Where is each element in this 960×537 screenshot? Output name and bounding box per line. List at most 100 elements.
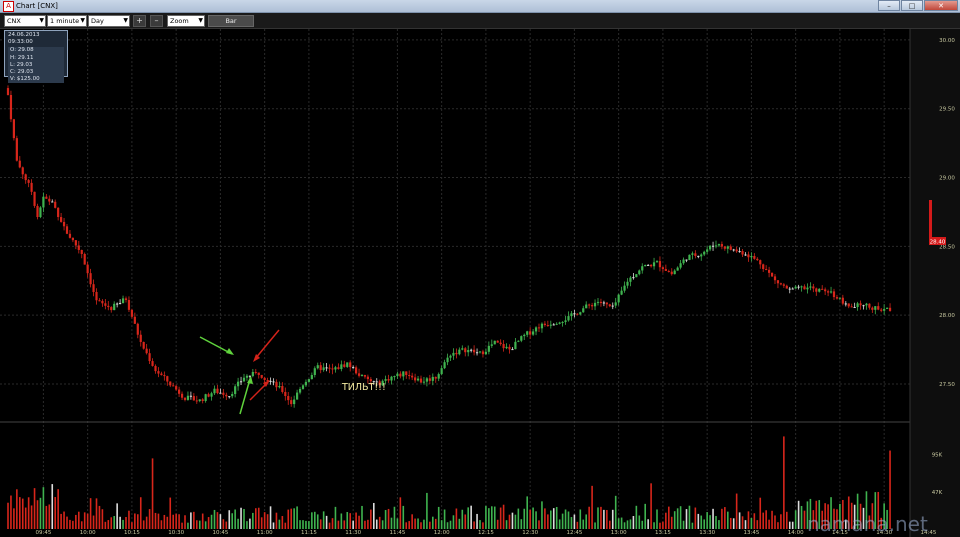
candle-body (390, 376, 393, 381)
candle-body (189, 395, 192, 397)
candle-body (623, 285, 626, 291)
volume-bar (373, 502, 375, 529)
close-button[interactable]: ✕ (924, 0, 958, 11)
volume-bar (190, 512, 192, 529)
volume-bar (305, 520, 307, 529)
candle-body (446, 357, 449, 363)
volume-bar (665, 512, 667, 529)
volume-bar (511, 512, 514, 529)
window-controls: – □ ✕ (878, 0, 958, 11)
time-tick-label: 14:00 (788, 530, 804, 536)
candle-body (652, 262, 656, 267)
time-tick-label: 10:00 (80, 530, 96, 536)
volume-bar (148, 509, 151, 529)
candle-body (195, 400, 198, 402)
candle-body (119, 303, 122, 305)
volume-bar (620, 517, 623, 529)
period-dropdown[interactable]: Day ▼ (88, 15, 130, 27)
volume-bar (455, 508, 458, 529)
volume-series (7, 436, 891, 529)
price-tick-label: 29.00 (939, 176, 955, 182)
volume-bar (588, 506, 590, 529)
candle-body (520, 336, 523, 341)
chart-canvas[interactable]: 30.0029.5029.0028.5028.0027.50 95K47K 09… (0, 29, 960, 537)
candle-body (254, 371, 257, 373)
symbol-dropdown[interactable]: CNX ▼ (4, 15, 46, 27)
candle-body (543, 323, 546, 326)
volume-bar (137, 514, 139, 529)
candle-body (779, 283, 782, 285)
candle-body (862, 305, 865, 307)
volume-bar (240, 507, 242, 529)
candle-body (402, 371, 405, 377)
candle-body (6, 88, 10, 95)
candle-body (673, 270, 676, 275)
volume-bar (387, 508, 390, 529)
time-tick-label: 10:30 (168, 530, 184, 536)
candle-body (537, 327, 541, 329)
candle-body (650, 264, 653, 267)
candle-body (307, 379, 310, 382)
candle-body (514, 341, 517, 350)
zoom-dropdown[interactable]: Zoom ▼ (167, 15, 205, 27)
volume-bar (558, 519, 561, 529)
volume-bar (414, 518, 416, 529)
volume-bar (647, 519, 649, 529)
info-close: C: 29.03 (10, 69, 34, 76)
volume-bar (544, 508, 546, 529)
volume-bar (131, 522, 133, 529)
minimize-button[interactable]: – (878, 0, 900, 11)
volume-bar (458, 518, 461, 529)
candle-body (540, 323, 544, 329)
volume-bar (786, 511, 788, 529)
chevron-down-icon: ▼ (123, 17, 128, 24)
zoom-in-button[interactable]: + (133, 15, 146, 27)
bar-type-button[interactable]: Bar (208, 15, 254, 27)
candle-body (458, 349, 461, 355)
candle-body (883, 308, 886, 311)
volume-bar (287, 509, 290, 529)
candle-body (706, 249, 709, 252)
candle-body (428, 378, 431, 381)
candle-body (641, 266, 644, 271)
symbol-value: CNX (7, 17, 21, 25)
time-tick-label: 13:15 (655, 530, 671, 536)
volume-bar (284, 522, 287, 529)
candle-body (788, 288, 791, 290)
candle-body (661, 267, 664, 270)
candle-body (328, 367, 331, 369)
volume-bar (89, 498, 92, 529)
candle-body (355, 367, 358, 374)
volume-bar (582, 519, 585, 529)
volume-bar (222, 519, 225, 529)
volume-bar (346, 512, 349, 529)
candle-body (682, 259, 685, 264)
candle-body (290, 400, 293, 405)
volume-bar (80, 521, 83, 529)
price-axis-panel (910, 29, 960, 537)
candle-body (467, 349, 470, 353)
candle-body (658, 261, 662, 268)
volume-bar (747, 511, 750, 529)
candle-body (204, 394, 207, 401)
maximize-button[interactable]: □ (901, 0, 923, 11)
candle-body (709, 245, 712, 250)
candle-body (349, 362, 352, 368)
candle-body (77, 245, 80, 250)
volume-bar (526, 496, 528, 529)
candle-body (449, 355, 452, 358)
volume-bar (659, 522, 661, 529)
volume-bar (626, 520, 629, 529)
candle-body (871, 307, 874, 310)
volume-bar (19, 497, 21, 529)
volume-bar (783, 436, 785, 529)
interval-dropdown[interactable]: 1 minute ▼ (47, 15, 87, 27)
volume-bar (753, 513, 756, 529)
volume-bar (358, 515, 360, 529)
candle-body (611, 305, 614, 307)
tilt-annotation: ТИЛЬТ!!! (342, 382, 386, 393)
candle-body (393, 376, 396, 378)
volume-bar (260, 517, 263, 529)
candle-body (95, 291, 98, 301)
zoom-out-button[interactable]: – (150, 15, 163, 27)
